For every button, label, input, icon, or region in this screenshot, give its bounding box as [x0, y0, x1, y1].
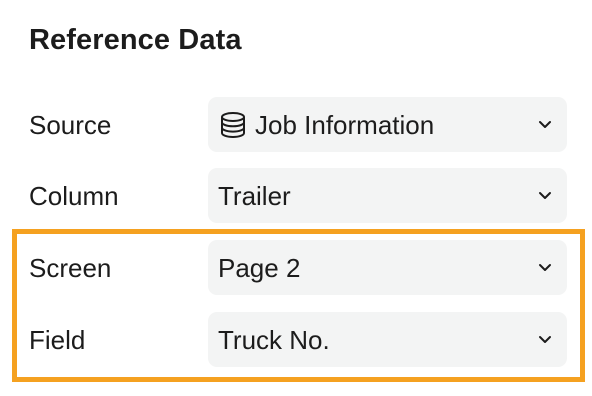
field-select[interactable]: Truck No. [208, 312, 567, 367]
section-title: Reference Data [29, 24, 242, 56]
screen-value: Page 2 [218, 252, 301, 283]
column-label: Column [29, 181, 119, 211]
chevron-down-icon [537, 188, 553, 204]
column-select[interactable]: Trailer [208, 168, 567, 223]
field-value: Truck No. [218, 324, 330, 355]
screen-label: Screen [29, 253, 112, 283]
source-select[interactable]: Job Information [208, 97, 567, 152]
chevron-down-icon [537, 332, 553, 348]
column-value: Trailer [218, 180, 291, 211]
chevron-down-icon [537, 260, 553, 276]
field-label: Field [29, 325, 86, 355]
source-value: Job Information [255, 109, 435, 140]
screen-select[interactable]: Page 2 [208, 240, 567, 295]
database-icon [218, 110, 248, 140]
chevron-down-icon [537, 117, 553, 133]
source-label: Source [29, 110, 112, 140]
